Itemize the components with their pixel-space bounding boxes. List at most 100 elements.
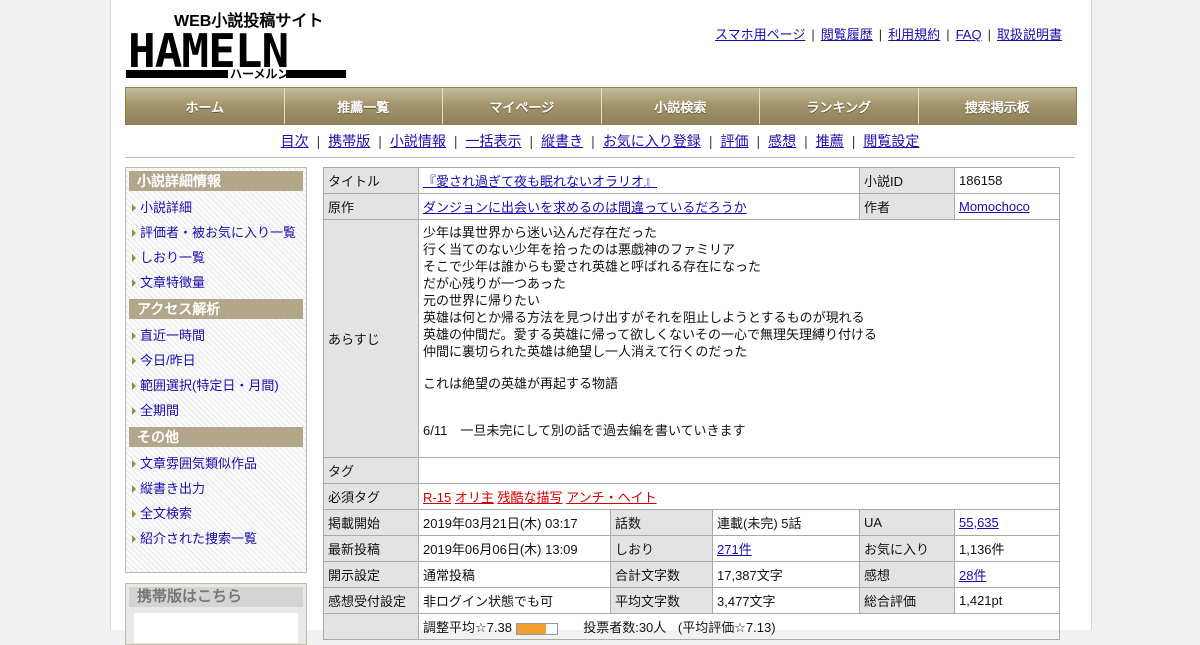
table-row: タイトル 『愛され過ぎて夜も眠れないオラリオ』 小説ID 186158 <box>323 167 1060 194</box>
nav-search-board[interactable]: 捜索掲示板 <box>918 88 1076 124</box>
subnav-recommend[interactable]: 推薦 <box>816 133 844 149</box>
tag-link[interactable]: オリ主 <box>455 490 494 505</box>
stat-value: 2019年06月06日(木) 13:09 <box>418 535 611 562</box>
triangle-bullet-icon <box>132 254 136 262</box>
triangle-bullet-icon <box>132 510 136 518</box>
original-cell: ダンジョンに出会いを求めるのは間違っているだろうか <box>418 193 860 220</box>
nav-ranking[interactable]: ランキング <box>760 88 919 124</box>
synopsis-line: 英雄は何とか帰る方法を見つけ出すがそれを阻止しようとするものが現れる <box>423 310 865 325</box>
required-tags-label: 必須タグ <box>323 483 419 510</box>
sidebar-item-all-time[interactable]: 全期間 <box>140 403 179 418</box>
subnav-view-settings[interactable]: 閲覧設定 <box>863 133 919 149</box>
top-link-manual[interactable]: 取扱説明書 <box>997 27 1062 42</box>
sidebar-heading-access: アクセス解析 <box>129 299 303 319</box>
author-link[interactable]: Momochoco <box>959 199 1030 214</box>
author-cell: Momochoco <box>954 193 1060 220</box>
ua-link[interactable]: 55,635 <box>959 515 999 530</box>
synopsis-line: これは絶望の英雄が再起する物語 <box>423 376 619 391</box>
title-cell: 『愛され過ぎて夜も眠れないオラリオ』 <box>418 167 860 194</box>
top-links: スマホ用ページ | 閲覧履歴 | 利用規約 | FAQ | 取扱説明書 <box>715 27 1062 42</box>
tag-link[interactable]: 残酷な描写 <box>497 490 562 505</box>
sidebar-item-introduced[interactable]: 紹介された捜索一覧 <box>140 531 257 546</box>
stat-value: 1,421pt <box>954 587 1060 614</box>
sidebar-heading-details: 小説詳細情報 <box>129 171 303 191</box>
stat-cell: 271件 <box>712 535 860 562</box>
subnav-vertical[interactable]: 縦書き <box>541 133 583 149</box>
table-row: 最新投稿 2019年06月06日(木) 13:09 しおり 271件 お気に入り… <box>323 535 1060 562</box>
tags-label: タグ <box>323 457 419 484</box>
list-item: 直近一時間 <box>126 323 306 348</box>
sidebar-item-raters[interactable]: 評価者・被お気に入り一覧 <box>140 225 296 240</box>
nav-home[interactable]: ホーム <box>126 88 285 124</box>
sidebar-list-other: 文章雰囲気類似作品 縦書き出力 全文検索 紹介された捜索一覧 <box>126 451 306 551</box>
stat-value: 3,477文字 <box>712 587 860 614</box>
top-link-faq[interactable]: FAQ <box>956 27 982 42</box>
synopsis-line: だが心残りが一つあった <box>423 276 567 291</box>
synopsis-line: そこで少年は誰からも愛され英雄と呼ばれる存在になった <box>423 259 762 274</box>
rating-plain-average: (平均評価☆7.13) <box>677 620 776 635</box>
sidebar-item-last-hour[interactable]: 直近一時間 <box>140 328 205 343</box>
sidebar-item-range[interactable]: 範囲選択(特定日・月間) <box>140 378 279 393</box>
novel-title-link[interactable]: 『愛され過ぎて夜も眠れないオラリオ』 <box>423 174 657 189</box>
original-work-link[interactable]: ダンジョンに出会いを求めるのは間違っているだろうか <box>423 200 747 215</box>
triangle-bullet-icon <box>132 229 136 237</box>
stat-label: 掲載開始 <box>323 509 419 536</box>
rating-label <box>323 613 419 640</box>
table-row: 開示設定 通常投稿 合計文字数 17,387文字 感想 28件 <box>323 561 1060 588</box>
sidebar-item-similar[interactable]: 文章雰囲気類似作品 <box>140 456 257 471</box>
mobile-heading: 携帯版はこちら <box>129 587 303 607</box>
stat-label: 合計文字数 <box>610 561 713 588</box>
stat-label: 開示設定 <box>323 561 419 588</box>
bookmarks-link[interactable]: 271件 <box>717 542 752 557</box>
sidebar-item-text-features[interactable]: 文章特徴量 <box>140 275 205 290</box>
svg-text:ハーメルン: ハーメルン <box>230 67 289 80</box>
stat-label: UA <box>859 509 955 536</box>
subnav-toc[interactable]: 目次 <box>281 133 309 149</box>
subnav-rate[interactable]: 評価 <box>720 133 748 149</box>
rating-votes: 投票者数:30人 <box>583 620 667 635</box>
sidebar-item-vertical-output[interactable]: 縦書き出力 <box>140 481 205 496</box>
sidebar-item-fulltext-search[interactable]: 全文検索 <box>140 506 192 521</box>
stat-label: 最新投稿 <box>323 535 419 562</box>
list-item: 全文検索 <box>126 501 306 526</box>
rating-average: 調整平均☆7.38 <box>423 620 512 635</box>
subnav-novel-info[interactable]: 小説情報 <box>390 133 446 149</box>
sidebar-item-bookmarks[interactable]: しおり一覧 <box>140 250 205 265</box>
mobile-version-box: 携帯版はこちら <box>125 583 307 645</box>
nav-mypage[interactable]: マイページ <box>443 88 602 124</box>
table-row: 感想受付設定 非ログイン状態でも可 平均文字数 3,477文字 総合評価 1,4… <box>323 587 1060 614</box>
subnav-comments[interactable]: 感想 <box>768 133 796 149</box>
site-logo[interactable]: WEB小説投稿サイト HAMELN ハーメルン <box>126 10 346 80</box>
subnav-add-favorite[interactable]: お気に入り登録 <box>603 133 701 149</box>
stat-cell: 28件 <box>954 561 1060 588</box>
list-item: 今日/昨日 <box>126 348 306 373</box>
subnav-show-all[interactable]: 一括表示 <box>466 133 522 149</box>
synopsis-line: 仲間に裏切られた英雄は絶望し一人消えて行くのだった <box>423 344 748 359</box>
table-row: 掲載開始 2019年03月21日(木) 03:17 話数 連載(未完) 5話 U… <box>323 509 1060 536</box>
comments-link[interactable]: 28件 <box>959 568 986 583</box>
original-label: 原作 <box>323 193 419 220</box>
nav-recommendations[interactable]: 推薦一覧 <box>284 88 443 124</box>
sub-nav: 目次 | 携帯版 | 小説情報 | 一括表示 | 縦書き | お気に入り登録 | 評価 | 感想 | 推薦 | 閲覧… <box>125 131 1075 158</box>
triangle-bullet-icon <box>132 382 136 390</box>
synopsis-note: 6/11 一旦未完にして別の話で過去編を書いていきます <box>423 423 746 438</box>
synopsis-label: あらすじ <box>323 219 419 458</box>
subnav-mobile[interactable]: 携帯版 <box>328 133 370 149</box>
novel-id-label: 小説ID <box>859 167 955 194</box>
tag-link[interactable]: アンチ・ヘイト <box>566 490 656 505</box>
rating-bar <box>515 622 558 635</box>
top-link-mobile[interactable]: スマホ用ページ <box>715 27 805 42</box>
top-link-history[interactable]: 閲覧履歴 <box>821 27 873 42</box>
list-item: 範囲選択(特定日・月間) <box>126 373 306 398</box>
stat-label: 感想受付設定 <box>323 587 419 614</box>
nav-novel-search[interactable]: 小説検索 <box>601 88 760 124</box>
sidebar-heading-other: その他 <box>129 427 303 447</box>
tags-value <box>418 457 1060 484</box>
stat-label: 総合評価 <box>859 587 955 614</box>
tag-link[interactable]: R-15 <box>423 490 451 505</box>
sidebar-item-today[interactable]: 今日/昨日 <box>140 353 196 368</box>
sidebar-item-novel-details[interactable]: 小説詳細 <box>140 200 192 215</box>
list-item: 紹介された捜索一覧 <box>126 526 306 551</box>
top-link-terms[interactable]: 利用規約 <box>888 27 940 42</box>
stat-value: 連載(未完) 5話 <box>712 509 860 536</box>
